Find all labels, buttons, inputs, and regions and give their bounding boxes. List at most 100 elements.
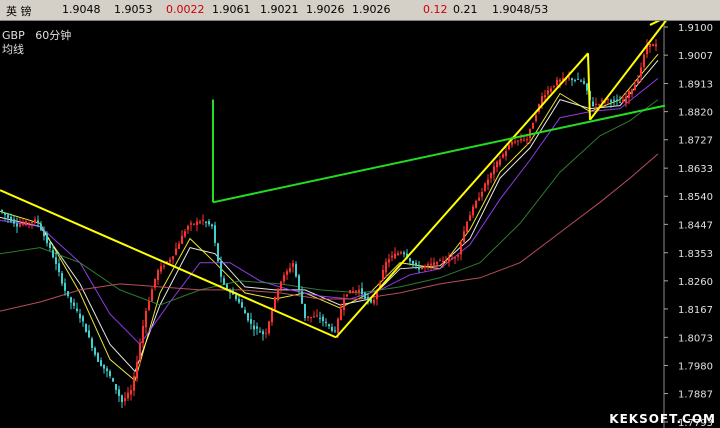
candle-body	[52, 250, 54, 258]
quote-symbol-name: 英 镑	[6, 5, 32, 18]
candle-body	[451, 258, 453, 260]
candle-body	[301, 291, 303, 304]
chart-period: 60分钟	[35, 29, 72, 42]
candle-body	[349, 290, 351, 294]
quote-field: 0.0022	[166, 3, 205, 16]
candle-body	[424, 265, 426, 267]
y-tick-label: 1.8913	[678, 80, 713, 91]
candle-body	[190, 223, 192, 225]
candle-body	[433, 262, 435, 265]
candle-body	[304, 303, 306, 318]
candle-body	[382, 270, 384, 280]
candle-body	[559, 79, 561, 82]
candle-body	[361, 288, 363, 295]
candle-body	[628, 91, 630, 99]
candle-body	[67, 291, 69, 296]
candle-body	[259, 331, 261, 333]
candle-body	[394, 253, 396, 259]
candle-body	[7, 214, 9, 218]
candle-body	[355, 290, 357, 293]
candle-body	[85, 323, 87, 333]
quote-field: 1.9048	[62, 3, 101, 16]
candle-body	[613, 99, 615, 101]
candle-body	[526, 139, 528, 141]
candle-body	[97, 353, 99, 362]
candle-body	[352, 290, 354, 293]
candle-body	[22, 223, 24, 225]
price-chart[interactable]: 1.9100 1.9007 1.8913 1.8820 1.8727 1.8633 1.85…	[0, 21, 720, 428]
candle-body	[550, 88, 552, 92]
chart-canvas[interactable]: 1.9100 1.9007 1.8913 1.8820 1.8727 1.8633 1.85…	[0, 21, 720, 428]
candle-body	[616, 99, 618, 101]
candle-body	[340, 309, 342, 320]
candle-body	[439, 260, 441, 262]
candle-body	[58, 263, 60, 273]
candle-body	[493, 166, 495, 175]
y-tick-label: 1.8167	[678, 305, 713, 316]
candle-body	[337, 318, 339, 334]
indicator-label: 均线	[2, 43, 24, 56]
candle-body	[598, 104, 600, 106]
candle-body	[88, 330, 90, 338]
quote-bar: 英 镑 1.9048 1.9053 0.0022 1.9061 1.9021 1…	[0, 0, 720, 21]
candle-body	[457, 254, 459, 257]
moving-average-green	[0, 99, 659, 306]
candle-body	[391, 255, 393, 258]
candle-body	[124, 398, 126, 402]
candle-body	[43, 230, 45, 237]
quote-field: 0.21	[453, 3, 478, 16]
moving-average-purple	[0, 78, 659, 346]
candle-body	[655, 44, 657, 47]
candle-body	[499, 159, 501, 165]
candle-body	[295, 264, 297, 277]
candle-body	[487, 179, 489, 185]
candle-body	[418, 267, 420, 270]
trend-line-yellow	[335, 52, 589, 339]
candle-body	[55, 257, 57, 264]
candle-body	[430, 263, 432, 266]
quote-field: 1.9061	[212, 3, 251, 16]
candle-body	[238, 298, 240, 303]
candle-body	[196, 221, 198, 225]
y-tick-label: 1.8353	[678, 249, 713, 260]
candle-body	[4, 212, 6, 215]
candle-body	[427, 264, 429, 266]
candle-body	[400, 252, 402, 254]
candle-body	[532, 123, 534, 129]
candle-body	[556, 79, 558, 86]
candle-body	[292, 262, 294, 267]
candle-body	[463, 231, 465, 242]
candle-body	[364, 292, 366, 299]
candle-body	[592, 101, 594, 107]
candle-body	[13, 219, 15, 224]
candle-body	[409, 258, 411, 262]
candle-body	[310, 316, 312, 318]
candle-body	[271, 310, 273, 323]
y-tick-label: 1.7887	[678, 390, 713, 401]
candle-body	[475, 200, 477, 208]
candle-body	[148, 301, 150, 310]
candle-body	[652, 44, 654, 47]
candle-body	[580, 80, 582, 82]
candle-body	[334, 330, 336, 332]
candle-body	[70, 297, 72, 303]
candle-body	[169, 259, 171, 262]
candle-body	[94, 347, 96, 355]
candle-body	[187, 226, 189, 230]
quote-field: 1.9048/53	[492, 3, 549, 16]
candle-body	[130, 390, 132, 395]
candle-body	[139, 343, 141, 361]
candle-body	[235, 295, 237, 300]
candle-body	[106, 368, 108, 372]
candle-body	[223, 278, 225, 285]
candle-body	[109, 371, 111, 377]
candle-body	[247, 313, 249, 321]
candle-body	[553, 85, 555, 88]
candle-body	[214, 225, 216, 243]
candle-body	[640, 67, 642, 77]
candle-body	[175, 248, 177, 255]
candle-body	[145, 311, 147, 328]
candle-body	[91, 338, 93, 348]
candle-body	[115, 384, 117, 390]
candle-body	[331, 326, 333, 331]
